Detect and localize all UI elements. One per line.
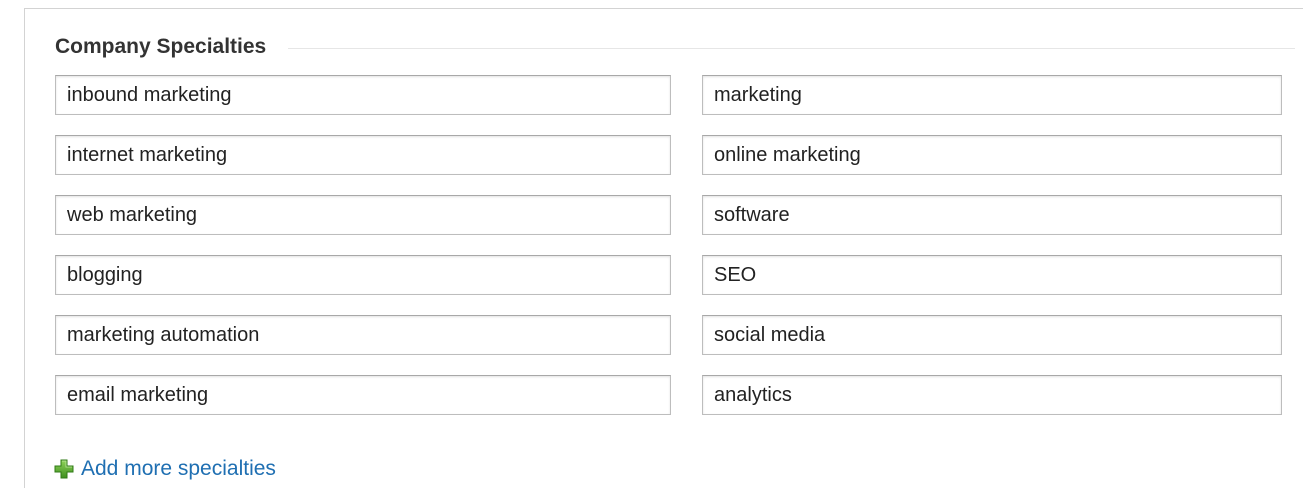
specialty-input-9[interactable] (55, 315, 671, 355)
specialty-input-3[interactable] (55, 135, 671, 175)
specialty-input-12[interactable] (702, 375, 1282, 415)
plus-icon (53, 458, 75, 480)
specialty-input-11[interactable] (55, 375, 671, 415)
specialty-input-8[interactable] (702, 255, 1282, 295)
section-header: Company Specialties (55, 30, 1295, 64)
specialty-input-1[interactable] (55, 75, 671, 115)
section-title: Company Specialties (55, 35, 267, 58)
specialty-input-7[interactable] (55, 255, 671, 295)
specialty-input-6[interactable] (702, 195, 1282, 235)
add-more-label[interactable]: Add more specialties (81, 457, 276, 481)
specialty-input-4[interactable] (702, 135, 1282, 175)
header-divider (288, 47, 1295, 49)
specialty-input-5[interactable] (55, 195, 671, 235)
specialty-input-10[interactable] (702, 315, 1282, 355)
add-more-specialties-link[interactable]: Add more specialties (53, 455, 276, 483)
specialty-input-2[interactable] (702, 75, 1282, 115)
